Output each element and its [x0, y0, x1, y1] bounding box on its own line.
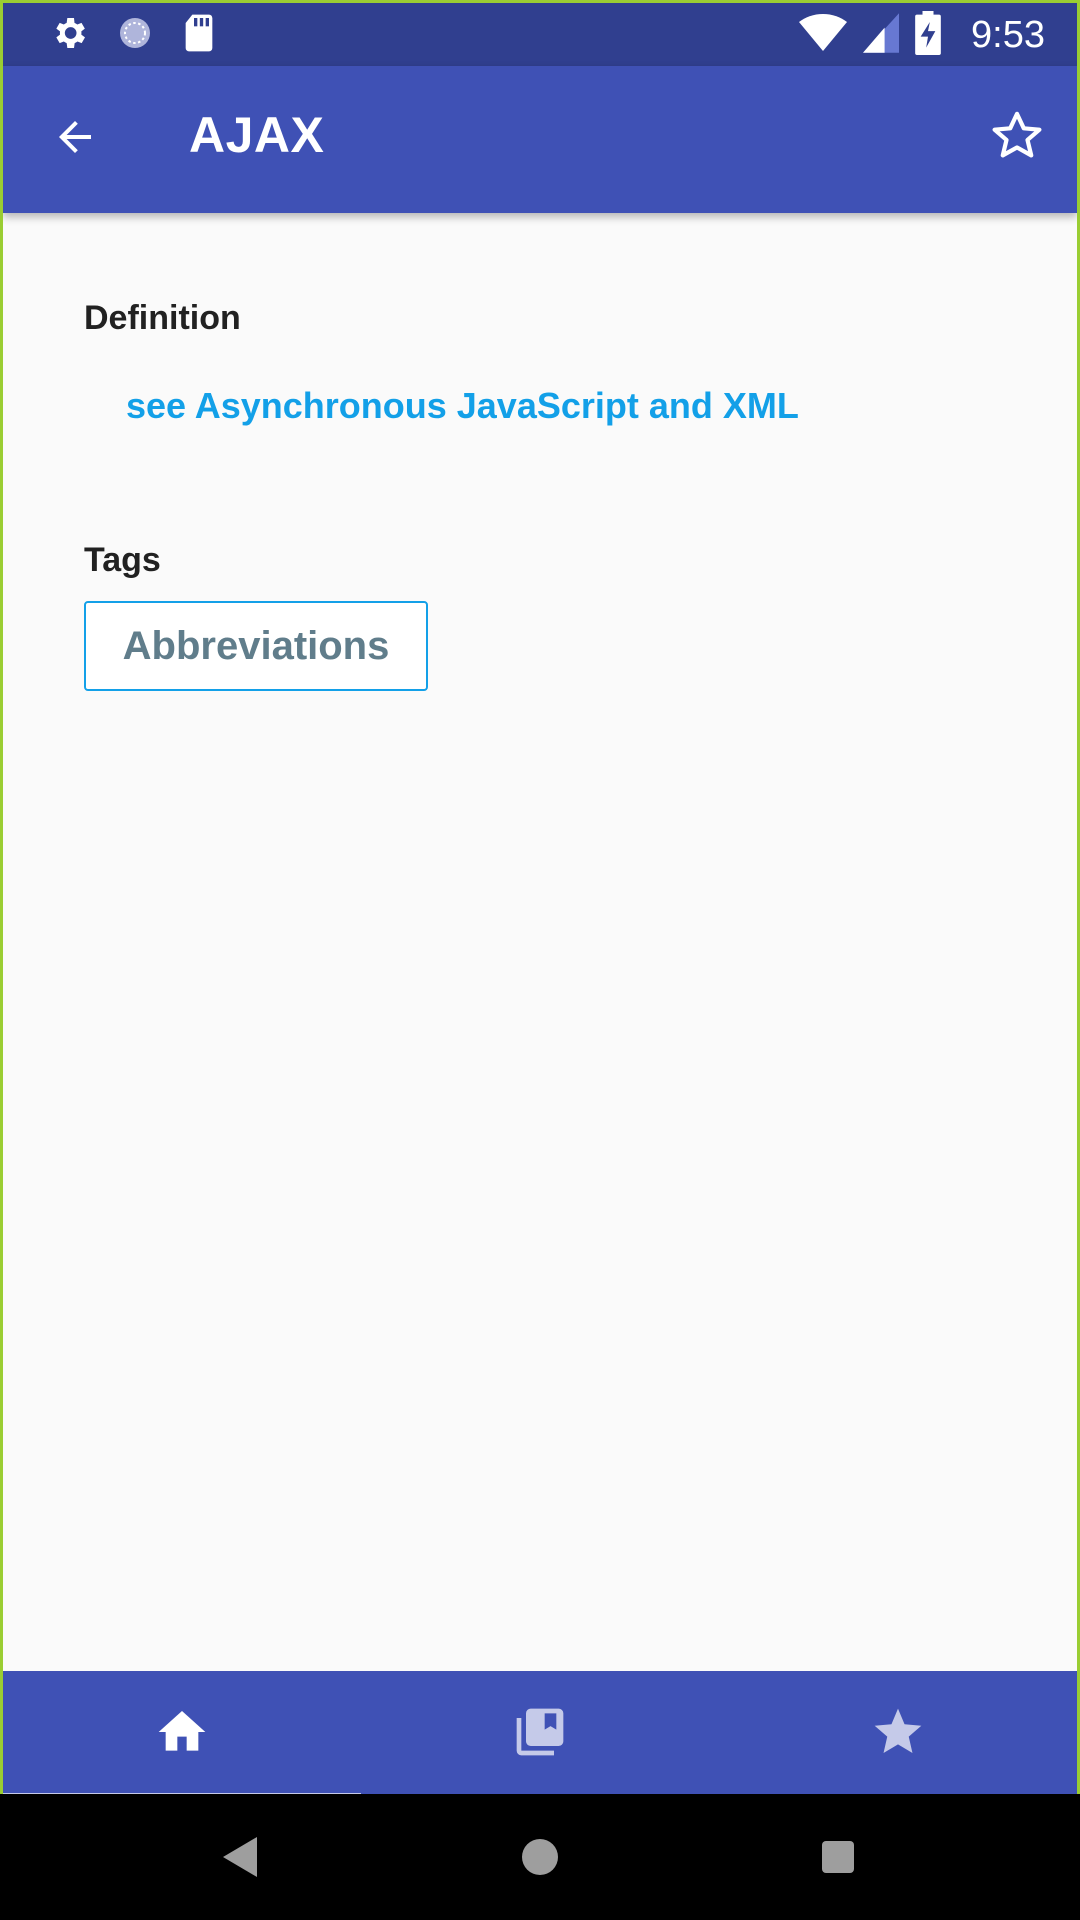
page-title: AJAX	[189, 107, 325, 163]
sd-card-icon	[181, 13, 217, 58]
system-back-button[interactable]	[206, 1824, 276, 1894]
nav-library[interactable]	[361, 1671, 719, 1794]
term-detail-content: Definition see Asynchronous JavaScript a…	[3, 213, 1077, 1671]
signal-icon	[863, 13, 900, 58]
home-icon	[154, 1704, 210, 1765]
bottom-navigation	[3, 1671, 1077, 1794]
system-recents-button[interactable]	[803, 1824, 873, 1894]
status-right-icons: 9:53	[799, 11, 1045, 60]
wifi-icon	[799, 12, 848, 59]
tags-heading: Tags	[84, 541, 161, 579]
definition-link[interactable]: see Asynchronous JavaScript and XML	[126, 385, 799, 427]
arrow-back-icon	[51, 113, 99, 166]
system-home-button[interactable]	[505, 1824, 575, 1894]
status-left-icons	[49, 13, 217, 58]
definition-heading: Definition	[84, 299, 241, 337]
app-screen: 9:53 AJAX Definition see Asynchronous Ja…	[0, 0, 1080, 1794]
star-icon	[870, 1704, 926, 1765]
nav-favorites[interactable]	[719, 1671, 1077, 1794]
back-button[interactable]	[47, 111, 103, 167]
status-clock: 9:53	[971, 14, 1045, 56]
sync-icon	[115, 13, 155, 58]
status-bar: 9:53	[3, 3, 1077, 66]
tag-chip-abbreviations[interactable]: Abbreviations	[84, 601, 428, 691]
library-books-icon	[512, 1704, 568, 1765]
system-navigation-bar	[0, 1794, 1080, 1920]
battery-charging-icon	[915, 11, 941, 60]
triangle-back-icon	[221, 1835, 261, 1884]
favorite-button[interactable]	[985, 106, 1049, 170]
device-frame: 9:53 AJAX Definition see Asynchronous Ja…	[0, 0, 1080, 1920]
circle-home-icon	[520, 1837, 560, 1882]
app-bar: AJAX	[3, 66, 1077, 213]
star-outline-icon	[989, 108, 1045, 169]
settings-icon	[49, 13, 89, 58]
square-recents-icon	[820, 1839, 856, 1880]
nav-home[interactable]	[3, 1671, 361, 1794]
